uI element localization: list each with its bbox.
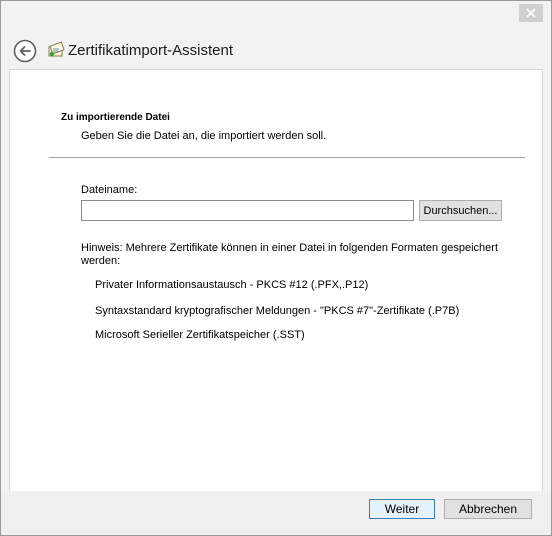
section-title: Zu importierende Datei — [61, 112, 170, 123]
close-icon — [526, 8, 536, 18]
next-button[interactable]: Weiter — [369, 499, 435, 519]
page-title: Zertifikatimport-Assistent — [68, 42, 234, 59]
section-description: Geben Sie die Datei an, die importiert w… — [81, 130, 327, 142]
back-button[interactable] — [13, 39, 37, 63]
browse-button[interactable]: Durchsuchen... — [419, 200, 502, 221]
filename-input[interactable] — [81, 200, 414, 221]
close-button[interactable] — [519, 4, 543, 22]
content-panel: Zu importierende Datei Geben Sie die Dat… — [9, 69, 543, 493]
certificate-icon — [47, 41, 65, 59]
format-item: Privater Informationsaustausch - PKCS #1… — [95, 279, 369, 291]
divider — [49, 157, 525, 158]
filename-label: Dateiname: — [81, 184, 138, 196]
wizard-header: Zertifikatimport-Assistent — [1, 27, 551, 69]
format-item: Syntaxstandard kryptografischer Meldunge… — [95, 305, 460, 317]
hint-text: Hinweis: Mehrere Zertifikate können in e… — [81, 242, 498, 267]
wizard-window: Zertifikatimport-Assistent Zu importiere… — [0, 0, 552, 536]
cancel-button[interactable]: Abbrechen — [444, 499, 532, 519]
back-arrow-icon — [13, 39, 37, 63]
footer: Weiter Abbrechen — [1, 491, 551, 535]
format-item: Microsoft Serieller Zertifikatspeicher (… — [95, 329, 305, 341]
title-bar — [1, 1, 551, 27]
